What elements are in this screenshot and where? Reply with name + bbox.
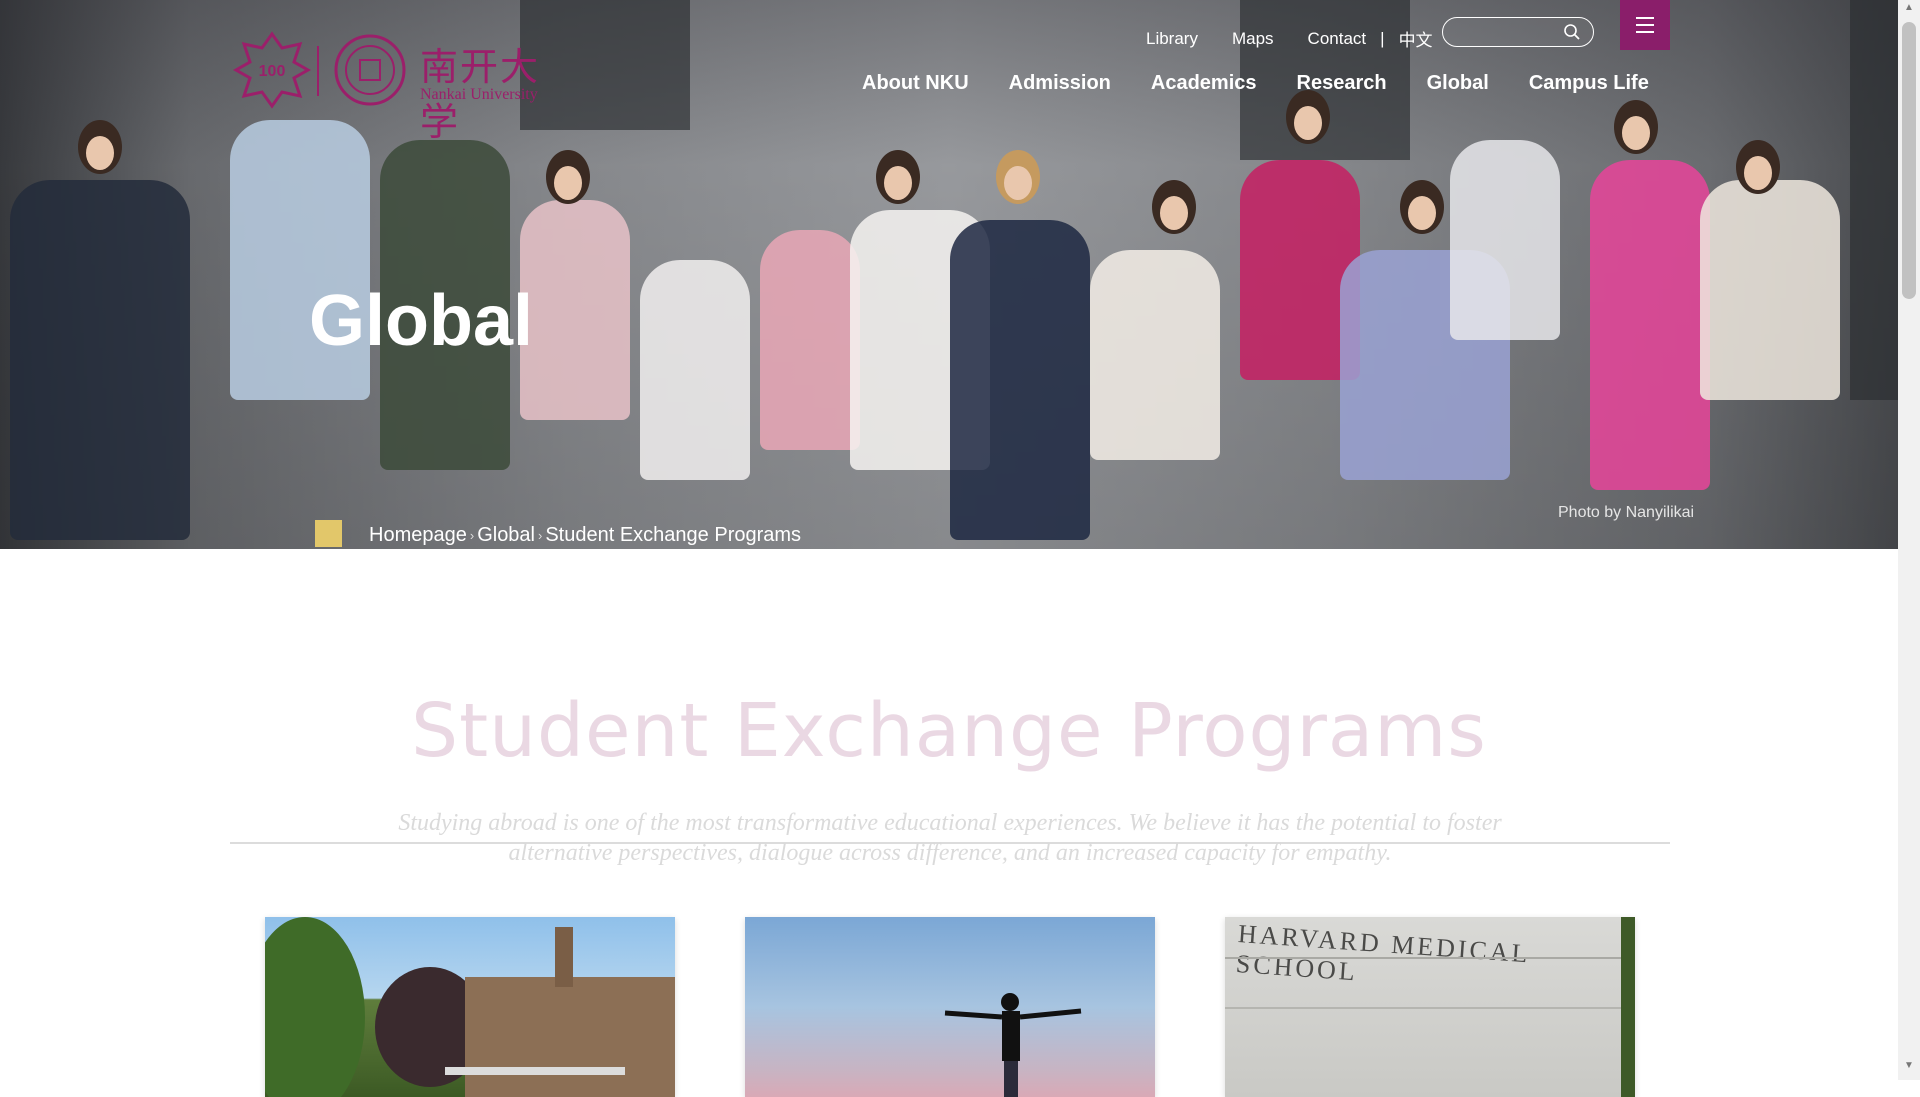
menu-icon: [1636, 17, 1654, 19]
photo-credit: Photo by Nanyilikai: [1558, 504, 1695, 521]
chevron-right-icon: ›: [538, 528, 543, 543]
scrollbar-thumb[interactable]: [1902, 22, 1916, 299]
harvard-sign-text: HARVARD MEDICAL SCHOOL: [1234, 919, 1531, 987]
person-figure: [1400, 180, 1444, 234]
person-figure: [760, 230, 860, 450]
person-figure: [1590, 160, 1710, 490]
person-figure: [876, 150, 920, 204]
breadcrumb-marker: [315, 520, 342, 547]
stone-line: [1225, 1007, 1635, 1009]
person-figure: [520, 200, 630, 420]
language-switch[interactable]: 中文: [1399, 26, 1433, 51]
program-card-harvard[interactable]: HARVARD MEDICAL SCHOOL: [1225, 917, 1635, 1097]
program-card-college[interactable]: [265, 917, 675, 1097]
search-input[interactable]: [1453, 21, 1567, 45]
menu-button[interactable]: [1620, 0, 1670, 50]
breadcrumb-current[interactable]: Student Exchange Programs: [545, 524, 801, 547]
intro-text: Studying abroad is one of the most trans…: [398, 810, 1502, 866]
person-figure: [1286, 90, 1330, 144]
maps-link[interactable]: Maps: [1232, 29, 1274, 49]
tree: [265, 917, 365, 1097]
logo-english-name: Nankai University: [420, 86, 538, 103]
library-link[interactable]: Library: [1146, 29, 1198, 49]
stone-line: [1225, 957, 1635, 959]
search-box[interactable]: [1442, 17, 1594, 47]
background-window: [1850, 0, 1898, 400]
main-nav: About NKU Admission Academics Research G…: [862, 72, 1649, 95]
person-figure: [1736, 140, 1780, 194]
breadcrumb: Homepage › Global › Student Exchange Pro…: [369, 524, 801, 547]
person-figure: [1090, 250, 1220, 460]
nav-separator: |: [1380, 28, 1385, 48]
menu-icon-bar: [1636, 24, 1654, 26]
person-figure: [1614, 100, 1658, 154]
search-icon[interactable]: [1563, 23, 1581, 41]
person-figure: [1152, 180, 1196, 234]
nav-academics[interactable]: Academics: [1151, 72, 1257, 95]
hero-banner: 100 南开大学 Nankai University Library Maps …: [0, 0, 1898, 549]
person-figure: [10, 180, 190, 540]
chevron-right-icon: ›: [469, 528, 475, 543]
person-figure: [1450, 140, 1560, 340]
foliage: [1621, 917, 1635, 1097]
menu-icon-bar: [1636, 31, 1654, 33]
contact-link[interactable]: Contact: [1308, 29, 1367, 49]
nav-campus-life[interactable]: Campus Life: [1529, 72, 1649, 95]
person-figure: [1700, 180, 1840, 400]
nav-admission[interactable]: Admission: [1009, 72, 1111, 95]
utility-nav: Library Maps Contact | 中文: [1146, 26, 1433, 51]
person-figure: [640, 260, 750, 480]
program-card-travel[interactable]: [745, 917, 1155, 1097]
bridge: [445, 1067, 625, 1075]
nankai-logo[interactable]: 100 南开大学 Nankai University: [232, 30, 562, 144]
nav-about-nku[interactable]: About NKU: [862, 72, 969, 95]
scrollbar[interactable]: ▲ ▼: [1898, 0, 1920, 1080]
person-figure: [950, 220, 1090, 540]
scroll-down-icon[interactable]: ▼: [1898, 1060, 1920, 1078]
person-figure: [996, 150, 1040, 204]
person-figure: [546, 150, 590, 204]
person-figure: [78, 120, 122, 174]
scroll-up-icon[interactable]: ▲: [1898, 2, 1920, 20]
page-title: Global: [309, 281, 534, 361]
nav-global[interactable]: Global: [1427, 72, 1489, 95]
svg-text:100: 100: [259, 63, 286, 80]
nav-research[interactable]: Research: [1297, 72, 1387, 95]
breadcrumb-homepage[interactable]: Homepage: [369, 524, 467, 547]
college-building: [465, 977, 675, 1097]
person-silhouette-icon: [944, 993, 1082, 1097]
section-title: Student Exchange Programs: [411, 688, 1487, 774]
centennial-emblem-icon: 100: [232, 31, 406, 109]
chimney: [555, 927, 573, 987]
breadcrumb-global[interactable]: Global: [477, 524, 535, 547]
